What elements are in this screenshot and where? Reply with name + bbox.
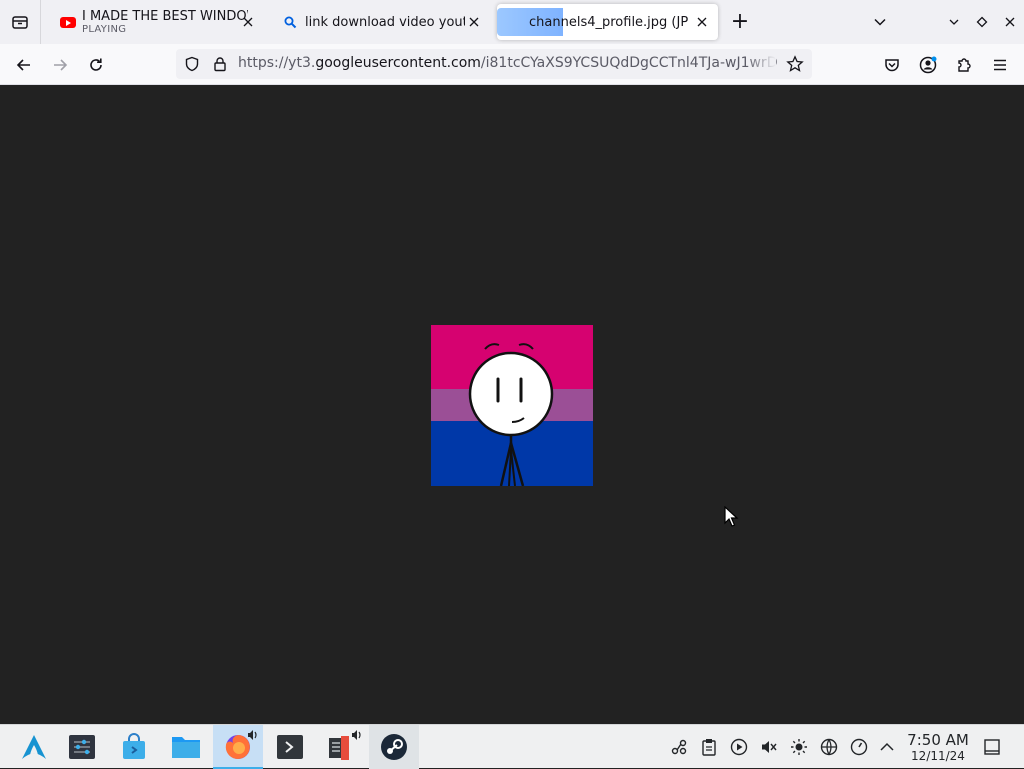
back-button[interactable]	[9, 50, 39, 80]
taskbar-media-editor[interactable]	[317, 725, 367, 769]
mouse-cursor-icon	[724, 505, 740, 532]
firefox-view-icon	[12, 16, 28, 29]
taskbar-settings[interactable]	[57, 725, 107, 769]
network-share-icon[interactable]	[669, 737, 689, 757]
reload-button[interactable]	[81, 50, 111, 80]
taskbar-terminal[interactable]	[265, 725, 315, 769]
url-fade-overlay	[746, 51, 776, 77]
close-tab-icon[interactable]	[240, 14, 256, 30]
firefox-view-button[interactable]	[0, 0, 40, 44]
volume-muted-icon[interactable]	[759, 737, 779, 757]
taskbar-file-manager[interactable]	[161, 725, 211, 769]
tab-title: I MADE THE BEST WINDOWS	[82, 9, 248, 24]
network-icon[interactable]	[819, 737, 839, 757]
hamburger-menu-icon	[994, 59, 1006, 71]
forward-arrow-icon	[54, 59, 68, 71]
clock-date[interactable]: 12/11/24	[906, 749, 970, 763]
chevron-down-icon	[874, 18, 886, 26]
steam-icon	[381, 734, 407, 760]
maximize-icon	[976, 16, 988, 28]
tab-separator	[40, 0, 41, 44]
shield-icon[interactable]	[184, 56, 200, 76]
taskbar-firefox[interactable]	[213, 725, 263, 769]
tab-title: channels4_profile.jpg (JPEG	[529, 14, 689, 30]
show-desktop-icon[interactable]	[982, 737, 1002, 757]
maximize-button[interactable]	[968, 8, 996, 36]
file-manager-icon	[172, 737, 200, 758]
application-launcher[interactable]	[9, 725, 59, 769]
pocket-icon	[885, 59, 899, 72]
close-tab-icon[interactable]	[694, 14, 710, 30]
tab-image[interactable]: channels4_profile.jpg (JPEG	[497, 4, 718, 40]
navigation-toolbar: https://yt3.googleusercontent.com/i81tcC…	[0, 44, 1024, 85]
chevron-up-icon[interactable]	[877, 737, 897, 757]
forward-button[interactable]	[45, 50, 75, 80]
media-player-icon[interactable]	[729, 737, 749, 757]
tab-title: link download video youtube	[305, 14, 465, 30]
url-prefix: https://yt3.	[238, 55, 316, 71]
url-host: googleusercontent.com	[315, 55, 481, 71]
close-window-button[interactable]	[996, 8, 1024, 36]
back-arrow-icon	[16, 59, 30, 71]
audio-playing-icon	[352, 730, 361, 740]
tab-playing-label: PLAYING	[82, 24, 127, 35]
plus-icon: +	[730, 9, 750, 34]
minimize-button[interactable]	[940, 8, 968, 36]
close-tab-icon[interactable]	[466, 14, 482, 30]
profile-image[interactable]	[431, 325, 593, 486]
discover-store-icon	[123, 733, 145, 759]
tab-search[interactable]: link download video youtube	[276, 4, 490, 40]
image-viewer	[0, 85, 1024, 724]
account-icon	[919, 56, 937, 74]
close-icon	[1005, 17, 1015, 27]
lock-icon[interactable]	[212, 56, 228, 76]
youtube-icon	[60, 16, 76, 28]
clock-time[interactable]: 7:50 AM	[906, 731, 970, 749]
taskbar-discover[interactable]	[109, 725, 159, 769]
url-bar[interactable]: https://yt3.googleusercontent.com/i81tcC…	[176, 49, 812, 79]
url-text[interactable]: https://yt3.googleusercontent.com/i81tcC…	[238, 55, 778, 71]
clipboard-icon[interactable]	[699, 737, 719, 757]
menu-button[interactable]	[985, 50, 1015, 80]
reload-icon	[90, 58, 102, 71]
puzzle-piece-icon	[958, 58, 971, 72]
search-icon	[284, 16, 297, 28]
bookmark-star-icon[interactable]	[786, 55, 804, 77]
taskbar: 7:50 AM 12/11/24	[0, 724, 1024, 769]
extensions-button[interactable]	[949, 50, 979, 80]
account-button[interactable]	[913, 50, 943, 80]
pocket-button[interactable]	[877, 50, 907, 80]
audio-playing-icon	[248, 730, 257, 740]
minimize-icon	[949, 19, 959, 25]
system-settings-icon	[69, 735, 95, 759]
url-path: /i81tcCYaXS9YCSUQdDgCCTnl4TJa-wJ1wrDUdi2…	[480, 55, 778, 71]
tab-youtube[interactable]: I MADE THE BEST WINDOWS PLAYING	[52, 4, 264, 40]
taskbar-steam[interactable]	[369, 725, 419, 769]
tab-bar: I MADE THE BEST WINDOWS PLAYING link dow…	[0, 0, 1024, 44]
arch-launcher-icon	[22, 735, 46, 759]
power-profile-icon[interactable]	[849, 737, 869, 757]
new-tab-button[interactable]: +	[726, 8, 754, 36]
list-all-tabs-button[interactable]	[866, 8, 894, 36]
terminal-icon	[277, 735, 303, 759]
brightness-icon[interactable]	[789, 737, 809, 757]
